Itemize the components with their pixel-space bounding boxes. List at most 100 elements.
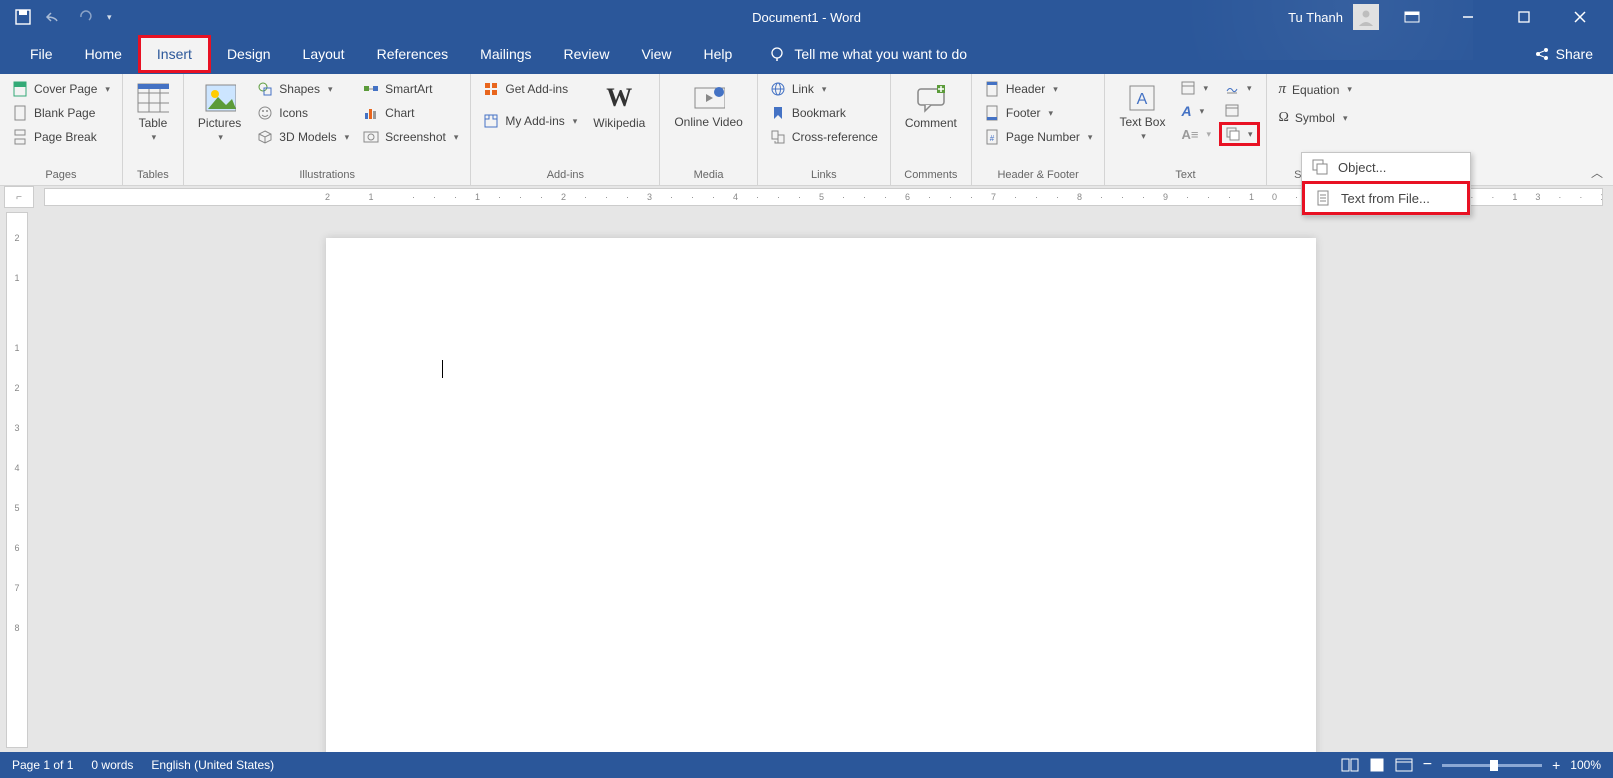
my-addins-icon: [483, 113, 499, 129]
chart-button[interactable]: Chart: [357, 102, 464, 124]
text-box-button[interactable]: A Text Box▾: [1111, 78, 1173, 146]
close-button[interactable]: [1557, 0, 1603, 34]
undo-icon[interactable]: [45, 10, 63, 24]
textbox-icon: A: [1126, 82, 1158, 114]
group-label-headerfooter: Header & Footer: [978, 169, 1099, 183]
drop-cap-icon: A≡: [1181, 127, 1198, 142]
lightbulb-icon: [768, 45, 786, 63]
zoom-level[interactable]: 100%: [1570, 758, 1601, 772]
avatar[interactable]: [1353, 4, 1379, 30]
object-dropdown-button[interactable]: ▾: [1243, 126, 1256, 142]
icons-button[interactable]: Icons: [251, 102, 355, 124]
ribbon-insert: Cover Page▾ Blank Page Page Break Pages …: [0, 74, 1613, 186]
page-number-button[interactable]: #Page Number▾: [978, 126, 1099, 148]
footer-button[interactable]: Footer▾: [978, 102, 1099, 124]
ribbon-display-icon[interactable]: [1389, 0, 1435, 34]
group-headerfooter: Header▾ Footer▾ #Page Number▾ Header & F…: [972, 74, 1106, 185]
share-icon: [1534, 46, 1550, 62]
tab-help[interactable]: Help: [688, 38, 749, 70]
tab-view[interactable]: View: [625, 38, 687, 70]
print-layout-icon[interactable]: [1369, 758, 1385, 772]
user-name[interactable]: Tu Thanh: [1288, 10, 1343, 25]
tab-review[interactable]: Review: [548, 38, 626, 70]
blank-page-button[interactable]: Blank Page: [6, 102, 116, 124]
shapes-button[interactable]: Shapes▾: [251, 78, 355, 100]
share-button[interactable]: Share: [1534, 46, 1593, 62]
redo-icon[interactable]: [77, 10, 93, 24]
group-tables: Table▾ Tables: [123, 74, 184, 185]
group-label-tables: Tables: [129, 169, 177, 183]
tell-me-search[interactable]: Tell me what you want to do: [768, 45, 967, 63]
tab-insert[interactable]: Insert: [138, 35, 211, 73]
link-icon: [770, 81, 786, 97]
my-addins-button[interactable]: My Add-ins▾: [477, 110, 583, 132]
qat-customize-icon[interactable]: ▾: [107, 12, 112, 23]
titlebar: ▾ Document1 - Word Tu Thanh: [0, 0, 1613, 34]
3d-models-icon: [257, 129, 273, 145]
tab-home[interactable]: Home: [69, 38, 138, 70]
signature-icon: [1225, 81, 1239, 95]
document-page[interactable]: [326, 238, 1316, 752]
vertical-ruler[interactable]: 2112345678: [6, 212, 28, 748]
get-addins-button[interactable]: Get Add-ins: [477, 78, 583, 100]
group-media: Online Video Media: [660, 74, 758, 185]
document-area: 2112345678: [0, 208, 1613, 752]
page-break-button[interactable]: Page Break: [6, 126, 116, 148]
cover-page-button[interactable]: Cover Page▾: [6, 78, 116, 100]
minimize-button[interactable]: [1445, 0, 1491, 34]
status-words[interactable]: 0 words: [91, 758, 133, 772]
cross-reference-button[interactable]: Cross-reference: [764, 126, 884, 148]
shapes-icon: [257, 81, 273, 97]
equation-icon: π: [1279, 81, 1287, 98]
group-label-illustrations: Illustrations: [190, 169, 464, 183]
tab-file[interactable]: File: [14, 38, 69, 70]
smartart-button[interactable]: SmartArt: [357, 78, 464, 100]
status-language[interactable]: English (United States): [151, 758, 274, 772]
xref-icon: [770, 129, 786, 145]
ruler-corner[interactable]: ⌐: [4, 186, 34, 208]
wordart-button[interactable]: A▾: [1175, 100, 1217, 122]
zoom-in-button[interactable]: +: [1552, 757, 1560, 773]
3d-models-button[interactable]: 3D Models▾: [251, 126, 355, 148]
quick-parts-button[interactable]: ▾: [1175, 78, 1217, 98]
maximize-button[interactable]: [1501, 0, 1547, 34]
menu-object[interactable]: Object...: [1302, 153, 1470, 181]
smartart-icon: [363, 81, 379, 97]
read-mode-icon[interactable]: [1341, 758, 1359, 772]
comment-button[interactable]: Comment: [897, 78, 965, 134]
menu-text-from-file[interactable]: Text from File...: [1302, 181, 1470, 215]
header-icon: [984, 81, 1000, 97]
drop-cap-button[interactable]: A≡▾: [1175, 124, 1217, 145]
object-button[interactable]: [1223, 126, 1243, 142]
tab-mailings[interactable]: Mailings: [464, 38, 547, 70]
group-label-addins: Add-ins: [477, 169, 653, 183]
tab-design[interactable]: Design: [211, 38, 287, 70]
equation-button[interactable]: πEquation▾: [1273, 78, 1358, 101]
tab-layout[interactable]: Layout: [287, 38, 361, 70]
status-page[interactable]: Page 1 of 1: [12, 758, 73, 772]
group-addins: Get Add-ins My Add-ins▾ W Wikipedia Add-…: [471, 74, 660, 185]
group-illustrations: Pictures▾ Shapes▾ Icons 3D Models▾ Smart…: [184, 74, 471, 185]
tab-references[interactable]: References: [361, 38, 465, 70]
quick-parts-icon: [1181, 81, 1195, 95]
header-button[interactable]: Header▾: [978, 78, 1099, 100]
object-dropdown-menu: Object... Text from File...: [1301, 152, 1471, 216]
zoom-slider[interactable]: [1442, 764, 1542, 767]
date-icon: [1225, 103, 1239, 117]
svg-text:#: #: [990, 134, 995, 143]
symbol-button[interactable]: ΩSymbol▾: [1273, 107, 1358, 129]
pictures-button[interactable]: Pictures▾: [190, 78, 249, 147]
signature-line-button[interactable]: ▾: [1219, 78, 1260, 98]
zoom-out-button[interactable]: −: [1423, 756, 1432, 774]
bookmark-button[interactable]: Bookmark: [764, 102, 884, 124]
table-button[interactable]: Table▾: [129, 78, 177, 147]
wikipedia-button[interactable]: W Wikipedia: [585, 78, 653, 134]
web-layout-icon[interactable]: [1395, 758, 1413, 772]
pictures-icon: [204, 82, 236, 114]
screenshot-button[interactable]: Screenshot▾: [357, 126, 464, 148]
link-button[interactable]: Link▾: [764, 78, 884, 100]
online-video-button[interactable]: Online Video: [666, 78, 751, 133]
date-time-button[interactable]: [1219, 100, 1260, 120]
collapse-ribbon-icon[interactable]: ︿: [1591, 164, 1603, 181]
save-icon[interactable]: [15, 9, 31, 25]
